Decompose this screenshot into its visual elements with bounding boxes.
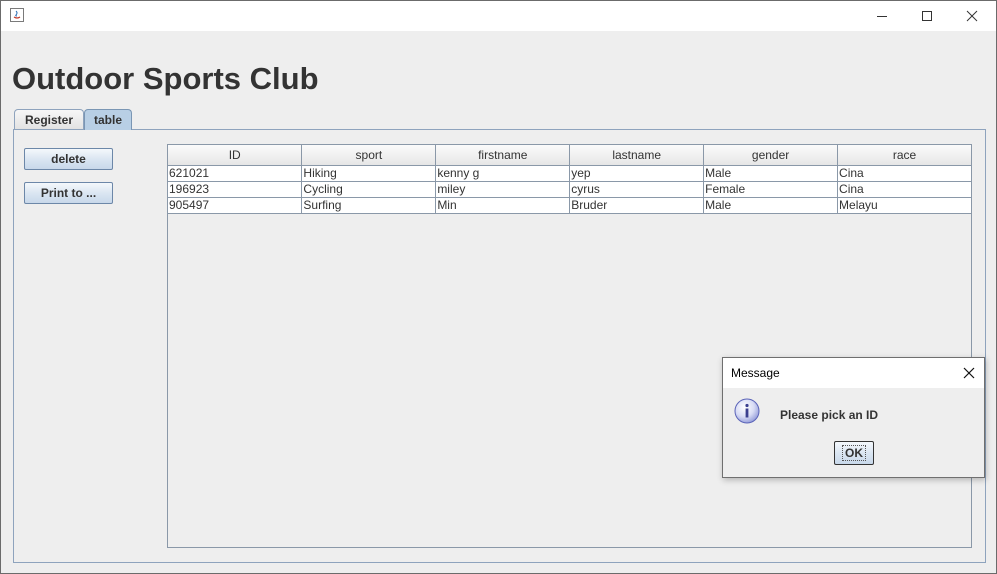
table-cell[interactable]: 905497: [168, 197, 303, 214]
java-app-icon: [10, 8, 24, 22]
table-row[interactable]: 905497 Surfing Min Bruder Male Melayu: [168, 197, 972, 214]
table-cell[interactable]: Cina: [837, 165, 972, 182]
table-cell[interactable]: miley: [435, 181, 571, 198]
column-header-gender[interactable]: gender: [703, 145, 839, 166]
minimize-icon[interactable]: [859, 1, 905, 31]
table-cell[interactable]: Male: [703, 165, 839, 182]
column-header-id[interactable]: ID: [168, 145, 303, 166]
table-cell[interactable]: Cina: [837, 181, 972, 198]
column-header-lastname[interactable]: lastname: [569, 145, 705, 166]
column-header-sport[interactable]: sport: [301, 145, 437, 166]
page-title: Outdoor Sports Club: [12, 61, 319, 96]
table-cell[interactable]: Bruder: [569, 197, 705, 214]
table-cell[interactable]: yep: [569, 165, 705, 182]
table-cell[interactable]: Female: [703, 181, 839, 198]
ok-button-label: OK: [842, 445, 866, 461]
maximize-icon[interactable]: [904, 1, 950, 31]
table-cell[interactable]: Male: [703, 197, 839, 214]
close-icon[interactable]: [961, 365, 977, 381]
table-row[interactable]: 196923 Cycling miley cyrus Female Cina: [168, 181, 972, 198]
message-dialog: Message Please pick an ID OK: [722, 357, 985, 478]
table-cell[interactable]: Surfing: [301, 197, 437, 214]
table-cell[interactable]: 621021: [168, 165, 303, 182]
column-header-firstname[interactable]: firstname: [435, 145, 571, 166]
table-row[interactable]: 621021 Hiking kenny g yep Male Cina: [168, 165, 972, 182]
table-cell[interactable]: 196923: [168, 181, 303, 198]
delete-button[interactable]: delete: [24, 148, 113, 170]
table-cell[interactable]: cyrus: [569, 181, 705, 198]
table-cell[interactable]: Cycling: [301, 181, 437, 198]
window-titlebar[interactable]: [1, 1, 996, 31]
table-header-row: ID sport firstname lastname gender race: [168, 145, 972, 166]
ok-button[interactable]: OK: [834, 441, 874, 465]
print-button[interactable]: Print to ...: [24, 182, 113, 204]
column-header-race[interactable]: race: [837, 145, 972, 166]
dialog-message: Please pick an ID: [780, 408, 879, 422]
info-icon: [734, 398, 760, 424]
close-icon[interactable]: [949, 1, 995, 31]
table-cell[interactable]: Hiking: [301, 165, 437, 182]
table-cell[interactable]: Melayu: [837, 197, 972, 214]
members-table-scrollpane[interactable]: ID sport firstname lastname gender race …: [167, 144, 972, 548]
dialog-titlebar[interactable]: Message: [723, 358, 984, 388]
table-cell[interactable]: Min: [435, 197, 571, 214]
tab-table[interactable]: table: [84, 109, 132, 130]
tab-table-label: table: [93, 113, 122, 127]
table-cell[interactable]: kenny g: [435, 165, 571, 182]
members-table: ID sport firstname lastname gender race …: [168, 145, 972, 214]
tab-register-label: Register: [24, 112, 74, 127]
dialog-title: Message: [731, 366, 780, 380]
tab-register[interactable]: Register: [14, 109, 84, 129]
application-window: Outdoor Sports Club Register table delet…: [0, 0, 997, 574]
